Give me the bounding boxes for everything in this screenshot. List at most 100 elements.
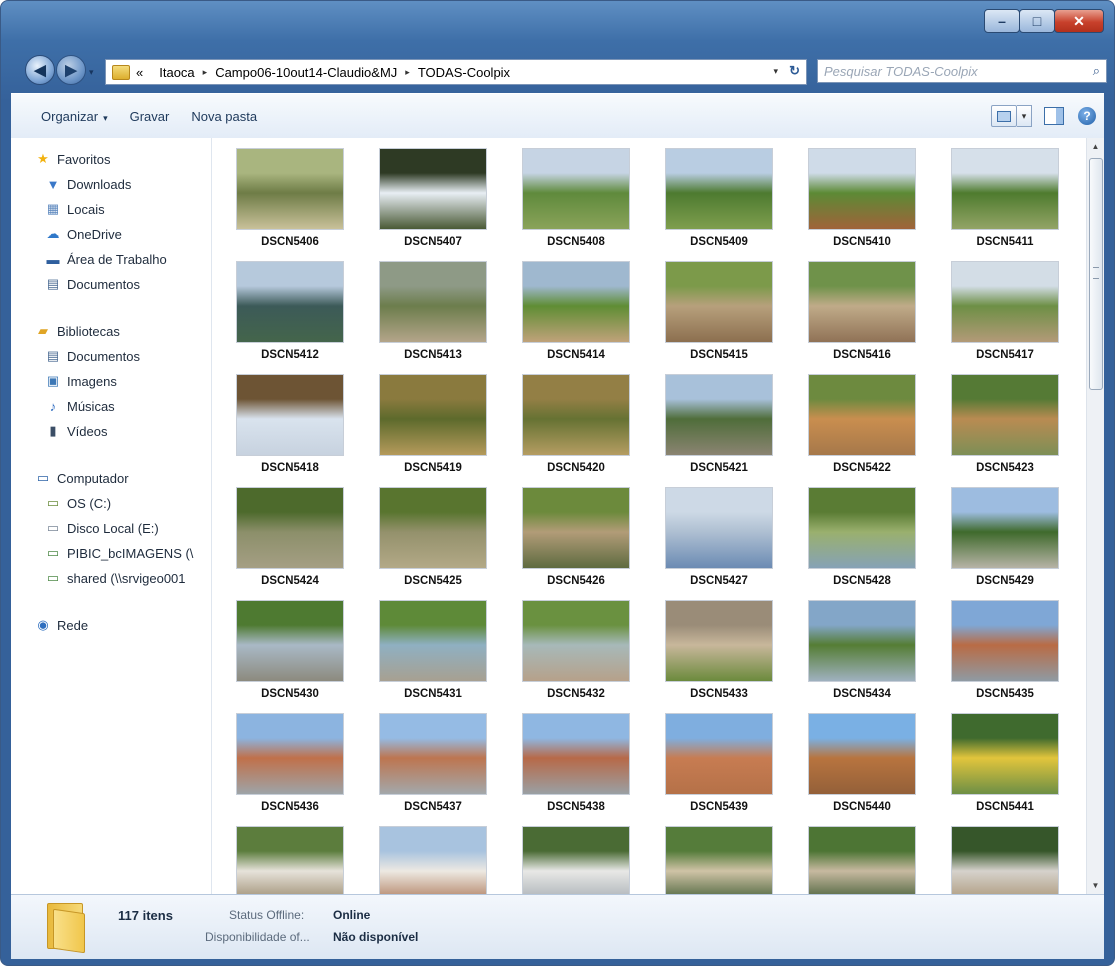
photo-thumbnail-image[interactable] xyxy=(236,487,344,569)
back-button[interactable]: ◀ xyxy=(25,55,55,85)
photo-thumbnail-image[interactable] xyxy=(522,261,630,343)
file-thumbnail[interactable]: DSCN5422 xyxy=(807,374,917,474)
help-icon[interactable]: ? xyxy=(1078,107,1096,125)
photo-thumbnail-image[interactable] xyxy=(951,600,1059,682)
photo-thumbnail-image[interactable] xyxy=(951,374,1059,456)
file-thumbnail[interactable]: DSCN5440 xyxy=(807,713,917,813)
file-thumbnail[interactable] xyxy=(950,826,1060,894)
organize-button[interactable]: Organizar ▾ xyxy=(41,109,108,124)
view-options-dropdown[interactable]: ▾ xyxy=(1017,105,1032,127)
file-thumbnail[interactable]: DSCN5429 xyxy=(950,487,1060,587)
photo-thumbnail-image[interactable] xyxy=(379,600,487,682)
file-thumbnail[interactable]: DSCN5441 xyxy=(950,713,1060,813)
search-input[interactable]: Pesquisar TODAS-Coolpix ⌕ xyxy=(817,59,1107,83)
new-folder-button[interactable]: Nova pasta xyxy=(191,109,257,124)
file-thumbnail[interactable]: DSCN5438 xyxy=(521,713,631,813)
address-bar[interactable]: « Itaoca ▸ Campo06-10out14-Claudio&MJ ▸ … xyxy=(105,59,807,85)
file-thumbnail[interactable]: DSCN5437 xyxy=(378,713,488,813)
breadcrumb-separator-icon[interactable]: ▸ xyxy=(203,67,208,78)
file-thumbnail[interactable]: DSCN5411 xyxy=(950,148,1060,248)
photo-thumbnail-image[interactable] xyxy=(379,261,487,343)
photo-thumbnail-image[interactable] xyxy=(236,148,344,230)
file-thumbnail[interactable]: DSCN5425 xyxy=(378,487,488,587)
photo-thumbnail-image[interactable] xyxy=(951,148,1059,230)
photo-thumbnail-image[interactable] xyxy=(808,600,916,682)
minimize-button[interactable]: – xyxy=(984,9,1020,33)
photo-thumbnail-image[interactable] xyxy=(522,374,630,456)
file-thumbnail[interactable]: DSCN5419 xyxy=(378,374,488,474)
photo-thumbnail-image[interactable] xyxy=(808,826,916,894)
sidebar-item-v-deos[interactable]: ▮ Vídeos xyxy=(45,420,107,442)
vertical-scrollbar[interactable]: ▲ ▼ xyxy=(1086,138,1104,894)
scroll-up-arrow-icon[interactable]: ▲ xyxy=(1087,138,1104,155)
sidebar-item-computador[interactable]: ▭ Computador xyxy=(35,467,129,489)
file-thumbnail[interactable]: DSCN5432 xyxy=(521,600,631,700)
sidebar-item-favoritos[interactable]: ★ Favoritos xyxy=(35,148,110,170)
file-thumbnail[interactable] xyxy=(521,826,631,894)
photo-thumbnail-image[interactable] xyxy=(236,826,344,894)
search-icon[interactable]: ⌕ xyxy=(1093,63,1100,79)
photo-thumbnail-image[interactable] xyxy=(808,374,916,456)
sidebar-item-pibic-bcimagens[interactable]: ▭ PIBIC_bcIMAGENS (\ xyxy=(45,542,194,564)
breadcrumb-campo06[interactable]: Campo06-10out14-Claudio&MJ xyxy=(215,65,397,80)
preview-pane-icon[interactable] xyxy=(1044,107,1064,125)
file-thumbnail[interactable]: DSCN5426 xyxy=(521,487,631,587)
file-thumbnail[interactable]: DSCN5436 xyxy=(235,713,345,813)
file-thumbnail[interactable]: DSCN5430 xyxy=(235,600,345,700)
photo-thumbnail-image[interactable] xyxy=(951,713,1059,795)
file-thumbnail[interactable]: DSCN5407 xyxy=(378,148,488,248)
file-thumbnail[interactable] xyxy=(807,826,917,894)
breadcrumb-todas-coolpix[interactable]: TODAS-Coolpix xyxy=(418,65,510,80)
photo-thumbnail-image[interactable] xyxy=(379,148,487,230)
close-button[interactable]: ✕ xyxy=(1054,9,1104,33)
photo-thumbnail-image[interactable] xyxy=(665,826,773,894)
photo-thumbnail-image[interactable] xyxy=(236,600,344,682)
photo-thumbnail-image[interactable] xyxy=(379,374,487,456)
file-thumbnail[interactable]: DSCN5409 xyxy=(664,148,774,248)
file-thumbnail[interactable]: DSCN5416 xyxy=(807,261,917,361)
file-thumbnail[interactable]: DSCN5421 xyxy=(664,374,774,474)
photo-thumbnail-image[interactable] xyxy=(808,487,916,569)
file-thumbnail[interactable]: DSCN5406 xyxy=(235,148,345,248)
photo-thumbnail-image[interactable] xyxy=(236,713,344,795)
file-thumbnail[interactable]: DSCN5428 xyxy=(807,487,917,587)
scroll-down-arrow-icon[interactable]: ▼ xyxy=(1087,877,1104,894)
photo-thumbnail-image[interactable] xyxy=(665,261,773,343)
photo-thumbnail-image[interactable] xyxy=(379,713,487,795)
file-thumbnail[interactable]: DSCN5434 xyxy=(807,600,917,700)
sidebar-item-downloads[interactable]: ▼ Downloads xyxy=(45,173,132,195)
sidebar-item-documentos[interactable]: ▤ Documentos xyxy=(45,273,140,295)
file-thumbnail[interactable]: DSCN5414 xyxy=(521,261,631,361)
file-thumbnail[interactable]: DSCN5427 xyxy=(664,487,774,587)
photo-thumbnail-image[interactable] xyxy=(522,600,630,682)
sidebar-item-rede[interactable]: ◉ Rede xyxy=(35,614,88,636)
file-thumbnail[interactable]: DSCN5418 xyxy=(235,374,345,474)
photo-thumbnail-image[interactable] xyxy=(522,487,630,569)
file-thumbnail[interactable]: DSCN5417 xyxy=(950,261,1060,361)
breadcrumb-separator-icon[interactable]: ▸ xyxy=(405,67,410,78)
photo-thumbnail-image[interactable] xyxy=(522,826,630,894)
photo-thumbnail-image[interactable] xyxy=(379,487,487,569)
sidebar-item-documentos[interactable]: ▤ Documentos xyxy=(45,345,140,367)
refresh-icon[interactable]: ↻ xyxy=(789,63,800,79)
photo-thumbnail-image[interactable] xyxy=(236,261,344,343)
navigation-pane[interactable]: ★ Favoritos ▼ Downloads ▦ Locais ☁ OneDrive ▬ Áre… xyxy=(11,138,212,894)
breadcrumb-itaoca[interactable]: Itaoca xyxy=(159,65,194,80)
photo-thumbnail-image[interactable] xyxy=(236,374,344,456)
sidebar-item-os-c[interactable]: ▭ OS (C:) xyxy=(45,492,111,514)
photo-thumbnail-image[interactable] xyxy=(665,713,773,795)
file-thumbnail[interactable] xyxy=(378,826,488,894)
file-thumbnail[interactable]: DSCN5412 xyxy=(235,261,345,361)
file-thumbnail[interactable]: DSCN5433 xyxy=(664,600,774,700)
breadcrumb-overflow[interactable]: « xyxy=(136,65,143,80)
photo-thumbnail-image[interactable] xyxy=(808,713,916,795)
file-thumbnail[interactable]: DSCN5408 xyxy=(521,148,631,248)
file-thumbnail[interactable]: DSCN5413 xyxy=(378,261,488,361)
sidebar-item-disco-local-e[interactable]: ▭ Disco Local (E:) xyxy=(45,517,159,539)
file-thumbnail[interactable]: DSCN5435 xyxy=(950,600,1060,700)
file-thumbnail[interactable]: DSCN5423 xyxy=(950,374,1060,474)
photo-thumbnail-image[interactable] xyxy=(951,826,1059,894)
maximize-button[interactable]: □ xyxy=(1019,9,1055,33)
address-dropdown-icon[interactable]: ▾ xyxy=(773,66,778,77)
file-thumbnail[interactable]: DSCN5415 xyxy=(664,261,774,361)
